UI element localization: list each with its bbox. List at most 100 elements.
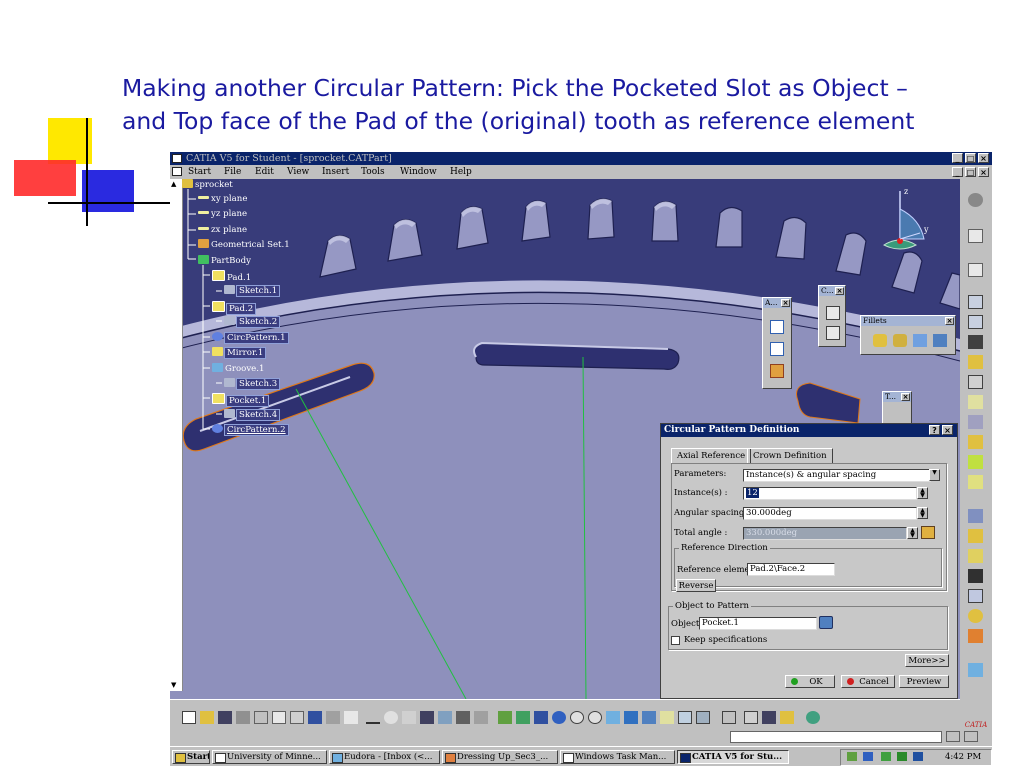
- tree-node-sketch-4[interactable]: Sketch.4: [224, 409, 281, 422]
- knowledge-icon[interactable]: [384, 711, 398, 724]
- flag-note-icon[interactable]: [770, 342, 784, 356]
- swap-space-icon[interactable]: [696, 711, 710, 724]
- new-file-icon[interactable]: [182, 711, 196, 724]
- hide-show-icon[interactable]: [678, 711, 692, 724]
- annotation-toolbar[interactable]: A... ×: [762, 297, 792, 389]
- instances-field[interactable]: 12: [743, 487, 917, 500]
- formula-lock-icon[interactable]: [921, 526, 935, 539]
- maximize-button[interactable]: □: [965, 153, 976, 163]
- contact-constraint-icon[interactable]: [826, 326, 840, 340]
- tree-node-groove-1[interactable]: Groove.1: [212, 363, 264, 376]
- shading-icon[interactable]: [660, 711, 674, 724]
- constraint-toolbar[interactable]: C... ×: [818, 285, 846, 347]
- update-icon[interactable]: [474, 711, 488, 724]
- thread-icon[interactable]: [968, 569, 983, 583]
- draft-icon[interactable]: [968, 509, 983, 523]
- tray-security-icon[interactable]: [881, 752, 891, 761]
- tree-node-pad-1[interactable]: Pad.1: [212, 270, 251, 283]
- annotation-toolbar-close[interactable]: ×: [781, 299, 790, 307]
- tree-node-geometrical-set[interactable]: Geometrical Set.1: [198, 239, 290, 252]
- tree-node-sketch-1[interactable]: Sketch.1: [224, 285, 281, 298]
- tree-node-root[interactable]: sprocket: [182, 179, 233, 192]
- doc-close-button[interactable]: ×: [978, 167, 989, 177]
- parameters-select[interactable]: Instance(s) & angular spacing: [743, 469, 931, 482]
- tree-node-sketch-2[interactable]: Sketch.2: [224, 316, 281, 329]
- print-icon[interactable]: [236, 711, 250, 724]
- thickness-icon[interactable]: [968, 549, 983, 563]
- spec-tree-icon[interactable]: [438, 711, 452, 724]
- part-body-icon[interactable]: [456, 711, 470, 724]
- scroll-down-icon[interactable]: ▼: [171, 681, 176, 689]
- tree-node-sketch-3[interactable]: Sketch.3: [224, 378, 281, 391]
- tritangent-fillet-icon[interactable]: [933, 334, 947, 347]
- catalog-icon[interactable]: [722, 711, 736, 724]
- tree-node-partbody[interactable]: PartBody: [198, 255, 251, 268]
- dialog-close-button[interactable]: ×: [942, 425, 953, 435]
- keep-specifications-checkbox[interactable]: [671, 636, 680, 645]
- hole-icon[interactable]: [968, 355, 983, 369]
- doc-minimize-button[interactable]: _: [952, 167, 963, 177]
- zoom-in-icon[interactable]: [570, 711, 584, 724]
- reverse-button[interactable]: Reverse: [676, 579, 716, 592]
- fit-all-icon[interactable]: [516, 711, 530, 724]
- variable-fillet-icon[interactable]: [893, 334, 907, 347]
- paste-icon[interactable]: [290, 711, 304, 724]
- taskbar-item-catia[interactable]: CATIA V5 for Stu...: [677, 750, 789, 764]
- doc-maximize-button[interactable]: □: [965, 167, 976, 177]
- preview-button[interactable]: Preview: [899, 675, 949, 688]
- sketcher-icon[interactable]: [968, 193, 983, 207]
- status-button-2[interactable]: [964, 731, 978, 742]
- parameters-dropdown-icon[interactable]: ▼: [929, 469, 940, 481]
- start-button[interactable]: Start: [172, 750, 210, 764]
- loft-icon[interactable]: [968, 435, 983, 449]
- constraint-toolbar-close[interactable]: ×: [835, 287, 844, 295]
- cancel-button[interactable]: Cancel: [841, 675, 895, 688]
- sketch-icon[interactable]: [968, 263, 983, 277]
- tree-node-pocket-1[interactable]: Pocket.1: [212, 393, 270, 407]
- document-icon[interactable]: [172, 167, 182, 176]
- dialog-help-button[interactable]: ?: [929, 425, 940, 435]
- whats-this-icon[interactable]: [344, 711, 358, 724]
- menu-file[interactable]: File: [224, 167, 241, 177]
- face-fillet-icon[interactable]: [913, 334, 927, 347]
- angular-spacing-spinner[interactable]: ▲ ▼: [917, 507, 928, 519]
- scene-icon[interactable]: [770, 364, 784, 378]
- open-file-icon[interactable]: [200, 711, 214, 724]
- edge-fillet-icon[interactable]: [873, 334, 887, 347]
- tray-network-icon[interactable]: [847, 752, 857, 761]
- fillets-toolbar-close[interactable]: ×: [945, 317, 954, 325]
- apply-material-icon[interactable]: [968, 663, 983, 677]
- normal-view-icon[interactable]: [606, 711, 620, 724]
- reference-element-field[interactable]: Pad.2\Face.2: [747, 563, 835, 576]
- angular-spacing-field[interactable]: 30.000deg: [743, 507, 917, 520]
- fillets-toolbar[interactable]: Fillets ×: [860, 315, 956, 355]
- command-input[interactable]: [730, 731, 942, 743]
- redo-icon[interactable]: [326, 711, 340, 724]
- object-field[interactable]: Pocket.1: [699, 617, 817, 630]
- menu-insert[interactable]: Insert: [322, 167, 349, 177]
- view-mode-icon[interactable]: [642, 711, 656, 724]
- menu-help[interactable]: Help: [450, 167, 472, 177]
- parameter-icon[interactable]: [402, 711, 416, 724]
- menu-view[interactable]: View: [287, 167, 309, 177]
- scroll-up-icon[interactable]: ▲: [171, 180, 176, 188]
- tray-app-icon[interactable]: [913, 752, 923, 761]
- measure-item-icon[interactable]: [762, 711, 776, 724]
- constraint-icon[interactable]: [826, 306, 840, 320]
- text-annotation-icon[interactable]: [770, 320, 784, 334]
- tree-node-pad-2[interactable]: Pad.2: [212, 301, 257, 315]
- pan-icon[interactable]: [534, 711, 548, 724]
- rotate-icon[interactable]: [552, 711, 566, 724]
- table-icon[interactable]: [420, 711, 434, 724]
- shaft-icon[interactable]: [968, 335, 983, 349]
- taskbar-item-eudora[interactable]: Eudora - [Inbox (<...: [329, 750, 440, 764]
- formula-icon[interactable]: [366, 711, 380, 724]
- split-icon[interactable]: [968, 455, 983, 469]
- zoom-out-icon[interactable]: [588, 711, 602, 724]
- slot-icon[interactable]: [968, 395, 983, 409]
- 3d-compass-icon[interactable]: [806, 711, 820, 724]
- thick-surface-icon[interactable]: [968, 475, 983, 489]
- menu-start[interactable]: Start: [188, 167, 211, 177]
- instances-spinner[interactable]: ▲ ▼: [917, 487, 928, 499]
- apply-material-toolbar-icon[interactable]: [780, 711, 794, 724]
